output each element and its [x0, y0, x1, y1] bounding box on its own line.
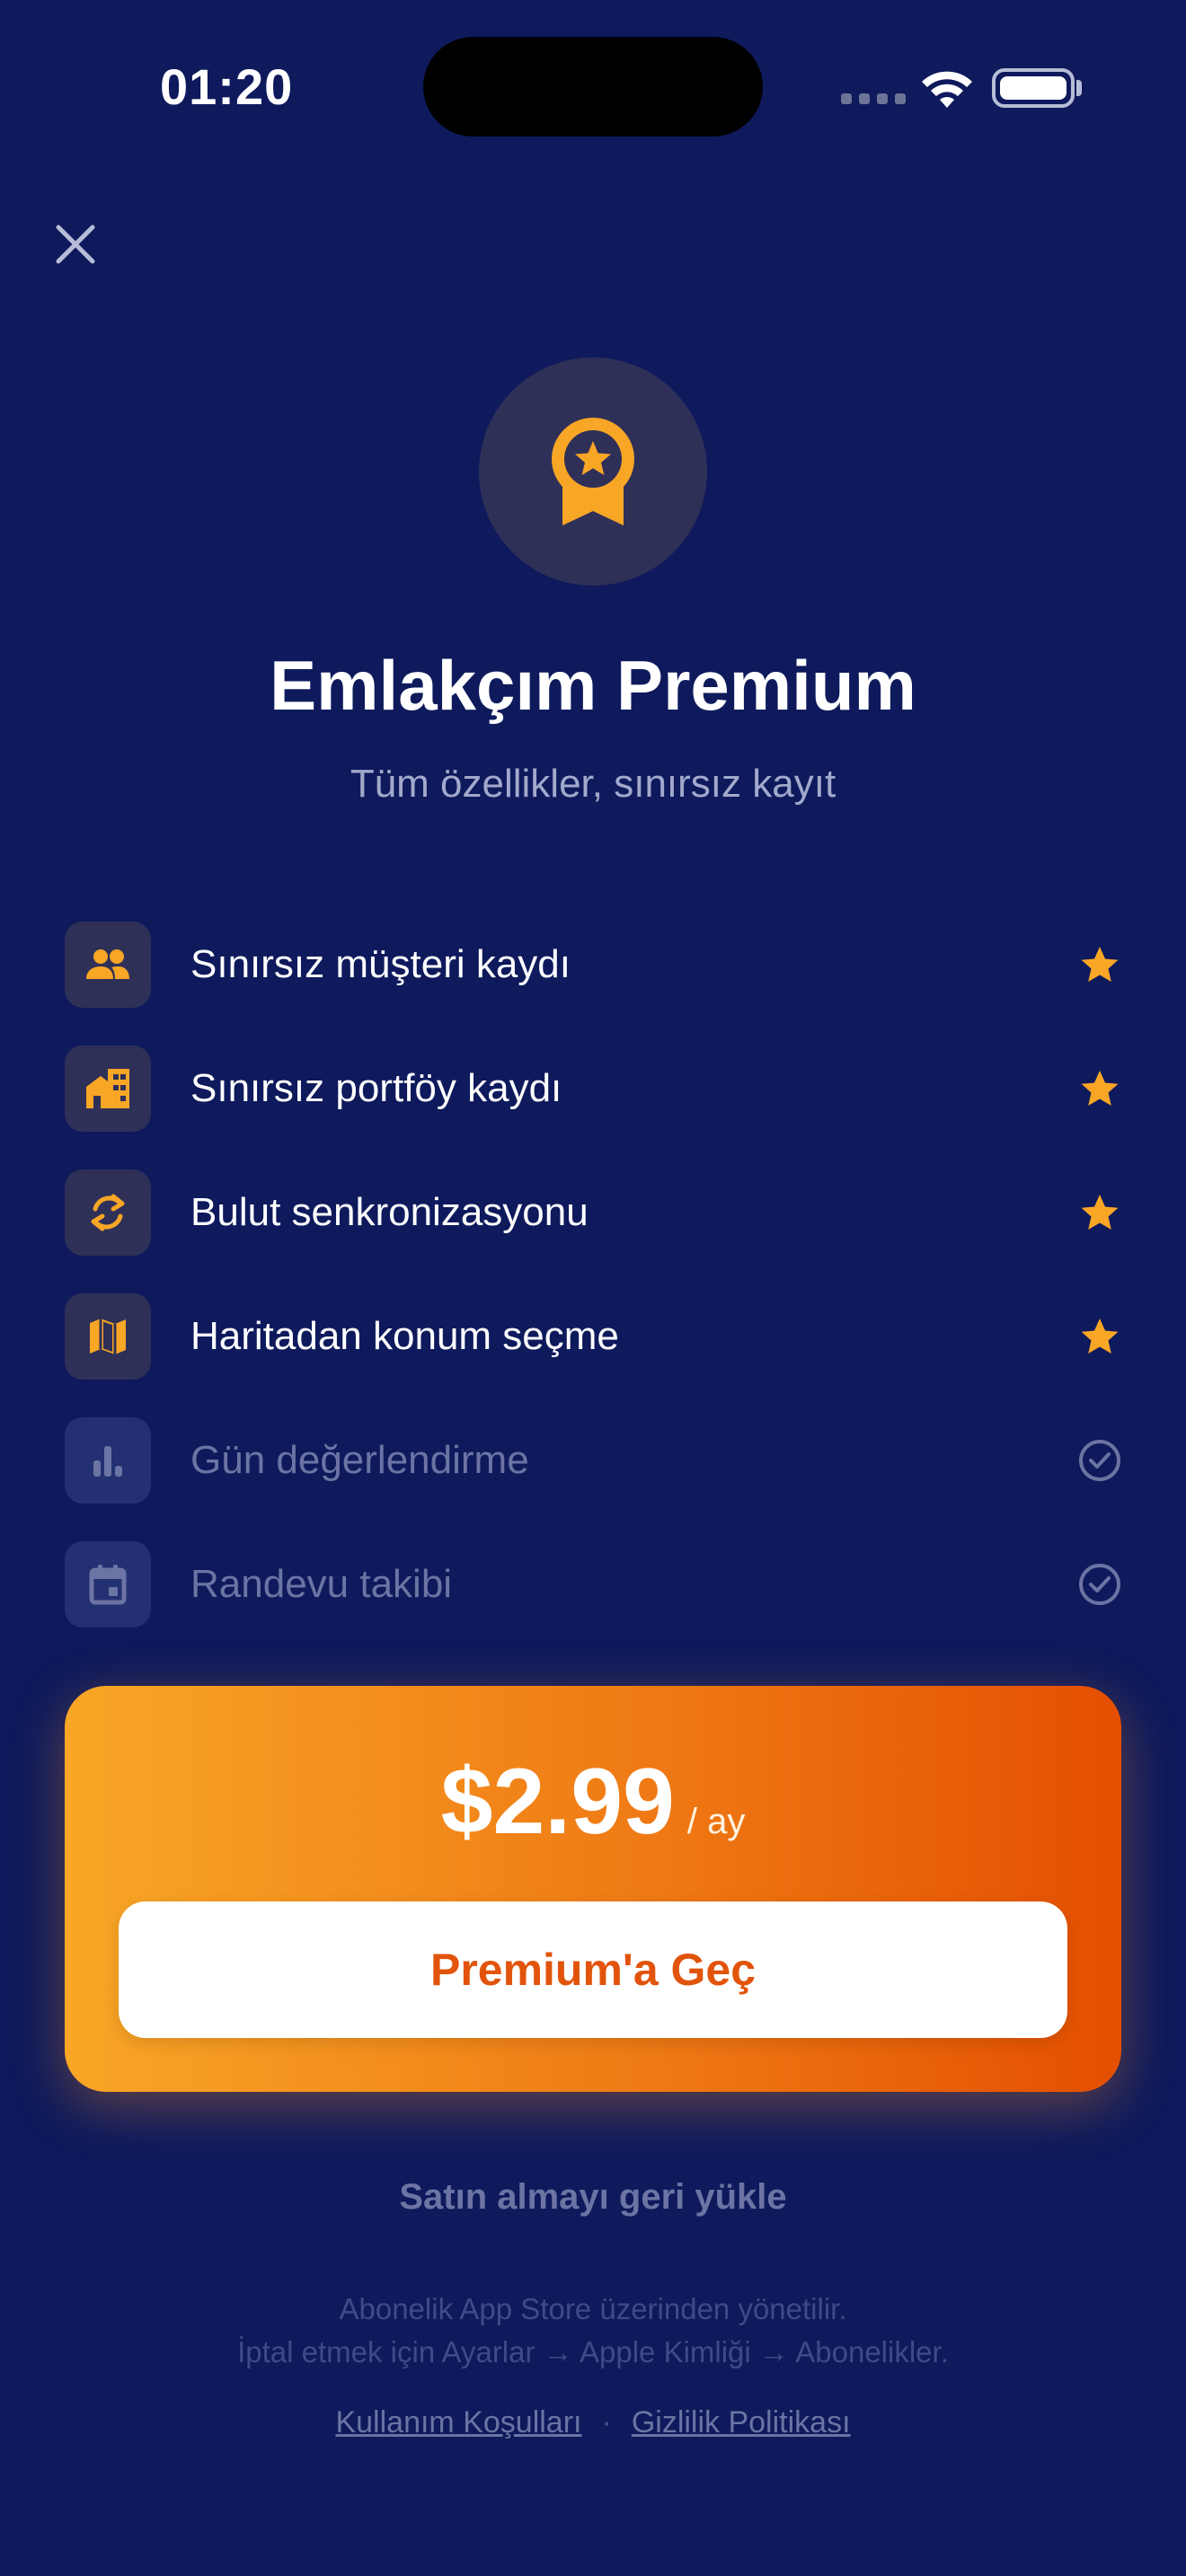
feature-label: Haritadan konum seçme — [190, 1314, 619, 1358]
feature-label: Bulut senkronizasyonu — [190, 1190, 589, 1234]
go-premium-button[interactable]: Premium'a Geç — [119, 1901, 1067, 2038]
link-separator: · — [601, 2405, 612, 2439]
map-icon — [90, 1319, 126, 1354]
feature-icon-box — [65, 1417, 151, 1504]
feature-label: Sınırsız portföy kaydı — [190, 1066, 562, 1110]
price-card: $2.99 / ay Premium'a Geç — [65, 1686, 1121, 2092]
award-medal-icon — [552, 418, 634, 525]
star-icon — [1078, 943, 1121, 986]
feature-item: Sınırsız portföy kaydı — [65, 1045, 1121, 1132]
terms-link[interactable]: Kullanım Koşulları — [335, 2405, 581, 2440]
feature-list: Sınırsız müşteri kaydı Sınırsız portföy — [65, 922, 1121, 1665]
feature-icon-box — [65, 1169, 151, 1256]
bar-chart-icon — [93, 1446, 122, 1477]
check-circle-icon — [1078, 1439, 1121, 1482]
star-icon — [1078, 1191, 1121, 1234]
privacy-link[interactable]: Gizlilik Politikası — [632, 2405, 851, 2440]
restore-purchases-button[interactable]: Satın almayı geri yükle — [0, 2177, 1186, 2218]
feature-item: Haritadan konum seçme — [65, 1293, 1121, 1380]
sync-icon — [91, 1194, 125, 1231]
feature-item: Sınırsız müşteri kaydı — [65, 922, 1121, 1008]
cellular-signal-icon — [841, 93, 906, 104]
status-time: 01:20 — [160, 58, 294, 115]
calendar-icon — [89, 1565, 127, 1605]
paywall-screen: 01:20 Emlakçım Premium Tüm özellikler, s… — [0, 0, 1186, 2576]
wifi-icon — [922, 71, 972, 108]
cancel-instructions: İptal etmek için Ayarlar → Apple Kimliği… — [237, 2335, 949, 2369]
star-icon — [1078, 1067, 1121, 1110]
feature-icon-box — [65, 1045, 151, 1132]
dynamic-island — [423, 37, 763, 137]
feature-label: Gün değerlendirme — [190, 1438, 529, 1482]
feature-icon-box — [65, 1293, 151, 1380]
close-button[interactable] — [47, 216, 104, 273]
feature-item: Bulut senkronizasyonu — [65, 1169, 1121, 1256]
subscription-note: Abonelik App Store üzerinden yönetilir. — [339, 2292, 847, 2325]
buildings-icon — [86, 1069, 129, 1108]
check-circle-icon — [1078, 1563, 1121, 1606]
page-title: Emlakçım Premium — [270, 646, 916, 725]
premium-badge — [479, 357, 707, 586]
feature-item: Randevu takibi — [65, 1541, 1121, 1628]
close-icon — [56, 225, 95, 264]
feature-icon-box — [65, 1541, 151, 1628]
price-row: $2.99 / ay — [65, 1749, 1121, 1856]
feature-item: Gün değerlendirme — [65, 1417, 1121, 1504]
people-icon — [86, 949, 129, 979]
feature-label: Randevu takibi — [190, 1562, 453, 1606]
feature-icon-box — [65, 922, 151, 1008]
price-amount: $2.99 — [440, 1750, 675, 1854]
star-icon — [1078, 1315, 1121, 1358]
feature-label: Sınırsız müşteri kaydı — [190, 942, 571, 986]
legal-links: Kullanım Koşulları · Gizlilik Politikası — [0, 2405, 1186, 2440]
page-subtitle: Tüm özellikler, sınırsız kayıt — [350, 762, 836, 806]
battery-cap — [1076, 80, 1082, 96]
price-period: / ay — [686, 1802, 746, 1841]
battery-icon — [992, 68, 1075, 108]
